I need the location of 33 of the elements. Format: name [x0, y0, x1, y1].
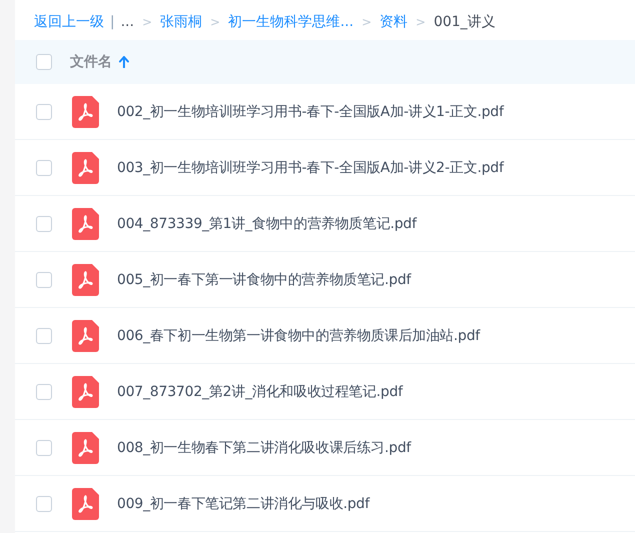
pdf-file-icon [72, 152, 99, 184]
pdf-file-icon [72, 432, 99, 464]
file-name-link[interactable]: 006_春下初一生物第一讲食物中的营养物质课后加油站.pdf [117, 326, 480, 344]
row-checkbox[interactable] [36, 328, 52, 344]
file-name-link[interactable]: 005_初一春下第一讲食物中的营养物质笔记.pdf [117, 270, 411, 288]
breadcrumb-item: ... [120, 14, 134, 30]
sort-ascending-icon[interactable] [119, 56, 129, 68]
row-checkbox[interactable] [36, 384, 52, 400]
pdf-file-icon [72, 264, 99, 296]
file-name-link[interactable]: 008_初一生物春下第二讲消化吸收课后练习.pdf [117, 438, 411, 456]
pdf-file-icon [72, 488, 99, 520]
breadcrumb-separator: > [209, 14, 222, 28]
file-name-link[interactable]: 004_873339_第1讲_食物中的营养物质笔记.pdf [117, 214, 416, 232]
pdf-file-icon [72, 320, 99, 352]
breadcrumb-separator: > [414, 14, 427, 28]
row-checkbox[interactable] [36, 104, 52, 120]
pdf-file-icon [72, 96, 99, 128]
row-checkbox[interactable] [36, 440, 52, 456]
breadcrumb-divider: | [110, 14, 115, 30]
file-name-link[interactable]: 007_873702_第2讲_消化和吸收过程笔记.pdf [117, 382, 403, 400]
pdf-file-icon [72, 376, 99, 408]
pdf-file-icon [72, 208, 99, 240]
select-all-checkbox[interactable] [36, 54, 52, 70]
row-checkbox[interactable] [36, 496, 52, 512]
file-name-link[interactable]: 003_初一生物培训班学习用书-春下-全国版A加-讲义2-正文.pdf [117, 158, 504, 176]
row-checkbox[interactable] [36, 216, 52, 232]
breadcrumb-separator: > [360, 14, 373, 28]
file-name-link[interactable]: 002_初一生物培训班学习用书-春下-全国版A加-讲义1-正文.pdf [117, 102, 504, 120]
row-checkbox[interactable] [36, 160, 52, 176]
file-name-link[interactable]: 009_初一春下笔记第二讲消化与吸收.pdf [117, 494, 370, 512]
breadcrumb-separator: > [141, 14, 154, 28]
breadcrumb-item: 001_讲义 [434, 12, 496, 30]
row-checkbox[interactable] [36, 272, 52, 288]
